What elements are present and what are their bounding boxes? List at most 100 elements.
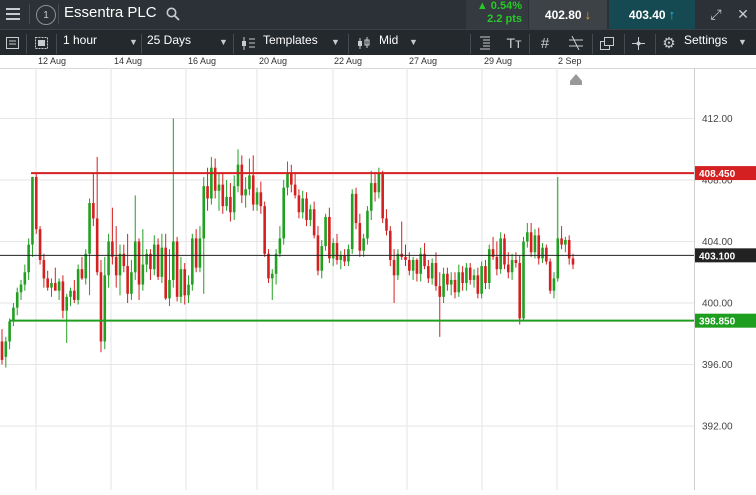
crosshair-box-icon[interactable] [32, 34, 50, 52]
divider [56, 34, 57, 54]
templates-icon[interactable] [239, 34, 257, 52]
price-chart[interactable]: 412.00 408.00 404.00 400.00 396.00 392.00 408.… [0, 68, 756, 490]
search-icon[interactable] [164, 5, 182, 23]
gear-icon[interactable]: ⚙ [660, 34, 678, 52]
y-tick-label: 404.00 [702, 237, 733, 248]
candle-body [301, 198, 305, 213]
candle-body [286, 172, 289, 188]
candle-body [522, 241, 525, 319]
hamburger-icon[interactable] [3, 5, 23, 23]
down-arrow-icon: ↓ [584, 7, 592, 22]
divider [624, 34, 625, 54]
candlestick-chart[interactable]: 412.00408.00404.00400.00396.00392.00408.… [0, 68, 756, 490]
candle-body [118, 253, 122, 276]
candle-body [65, 296, 69, 311]
range-dropdown[interactable]: 25 Days [147, 33, 191, 47]
candle-body [0, 341, 4, 360]
candle-body [80, 269, 84, 279]
candle-body [328, 216, 331, 259]
expand-icon[interactable]: ⤢ [706, 5, 726, 23]
text-tool-icon[interactable]: Tт [504, 34, 524, 52]
candle-body [404, 256, 407, 260]
candle-body [99, 272, 103, 342]
candle-body [88, 203, 91, 254]
settings-button[interactable]: Settings [684, 33, 727, 47]
candle-body [312, 209, 316, 236]
interval-dropdown[interactable]: 1 hour [63, 33, 97, 47]
candle-body [297, 195, 301, 213]
candle-body [518, 263, 522, 319]
chevron-down-icon[interactable]: ▼ [219, 37, 228, 47]
divider [26, 34, 27, 54]
candle-body [23, 272, 27, 285]
date-label: 22 Aug [334, 56, 363, 66]
candle-body [495, 256, 499, 270]
chevron-down-icon[interactable]: ▼ [129, 37, 138, 47]
event-marker-icon[interactable] [570, 74, 582, 81]
candle-body [309, 209, 312, 220]
candle-body [84, 253, 88, 279]
chevron-down-icon[interactable]: ▼ [331, 37, 340, 47]
change-points: 2.2 pts [487, 13, 522, 25]
grid-icon[interactable]: # [536, 34, 554, 52]
candle-body [366, 210, 369, 239]
candle-body [411, 259, 415, 271]
candle-body [369, 183, 373, 211]
templates-dropdown[interactable]: Templates [263, 33, 318, 47]
up-arrow-icon: ↑ [668, 7, 676, 22]
candle-body [137, 241, 141, 285]
candle-body [103, 275, 107, 342]
alert-count-badge[interactable]: 1 [36, 5, 56, 25]
buy-button[interactable]: 403.40 ↑ [609, 0, 695, 29]
candle-body [510, 259, 514, 273]
candle-body [472, 275, 476, 280]
candle-body [111, 241, 114, 257]
candle-body [255, 192, 259, 205]
candle-body [487, 249, 491, 284]
candle-body [217, 184, 221, 191]
date-label: 29 Aug [484, 56, 513, 66]
candle-body [373, 183, 377, 193]
layers-icon[interactable] [597, 34, 617, 52]
candle-body [427, 266, 430, 279]
candle-body [354, 193, 358, 224]
candle-body [107, 241, 110, 276]
candle-body [27, 244, 30, 273]
chevron-down-icon[interactable]: ▼ [409, 37, 418, 47]
instrument-title: Essentra PLC [64, 4, 157, 21]
list-icon[interactable] [3, 34, 21, 52]
candle-body [248, 175, 251, 190]
candle-body [343, 255, 346, 262]
candle-body [282, 187, 285, 239]
chevron-down-icon[interactable]: ▼ [738, 37, 747, 47]
candle-body [545, 247, 548, 262]
close-icon[interactable]: ✕ [734, 5, 752, 23]
candle-body [548, 261, 552, 291]
candle-body [46, 278, 49, 288]
candle-body [236, 164, 240, 187]
indicators-icon[interactable] [476, 34, 494, 52]
divider [29, 4, 30, 24]
candle-body [213, 167, 217, 191]
candle-body [499, 238, 502, 270]
candle-body [15, 292, 19, 308]
candle-body [149, 253, 152, 270]
price-type-dropdown[interactable]: Mid [379, 33, 398, 47]
divider [655, 34, 656, 54]
candle-body [53, 283, 57, 291]
crosshair-icon[interactable] [629, 34, 647, 52]
candle-body [358, 223, 362, 251]
candle-body [114, 256, 118, 276]
buy-price: 403.40 [628, 7, 666, 22]
candle-body [514, 259, 518, 264]
candle-body [316, 235, 320, 271]
candle-body [419, 253, 423, 274]
candle-body [560, 238, 563, 245]
sell-button[interactable]: 402.80 ↓ [529, 0, 607, 29]
candle-body [133, 241, 137, 273]
candle-body [202, 186, 206, 239]
candle-body [194, 238, 198, 268]
price-type-icon[interactable] [355, 34, 373, 52]
draw-tools-icon[interactable] [566, 34, 586, 52]
price-change: ▲ 0.54% 2.2 pts [466, 0, 528, 29]
